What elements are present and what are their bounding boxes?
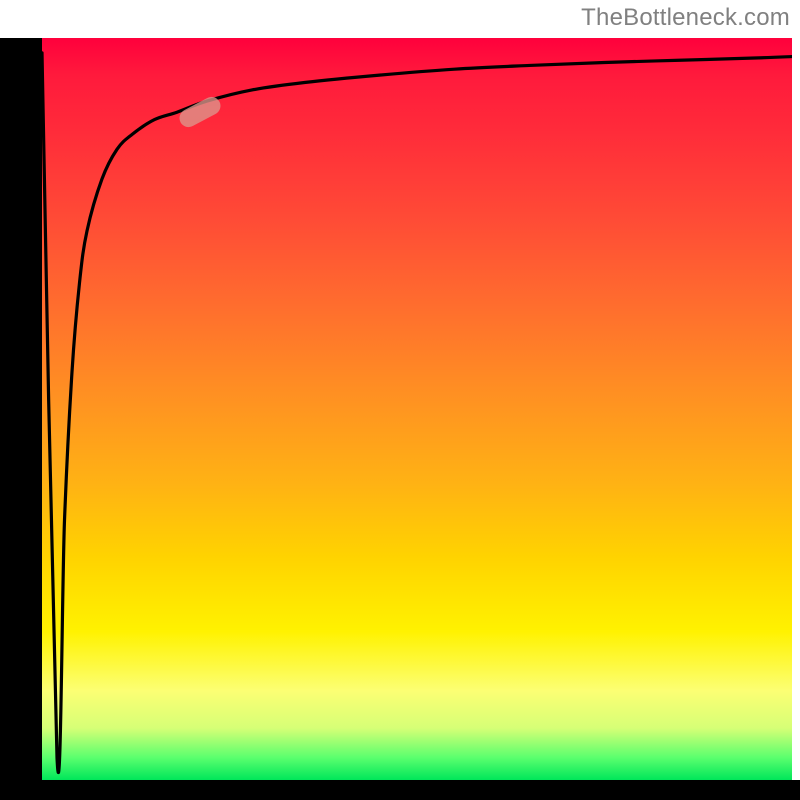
watermark-text: TheBottleneck.com [581, 4, 790, 32]
plot-wrap [0, 0, 800, 800]
bottleneck-curve-path [42, 53, 792, 773]
y-axis-bar [0, 38, 42, 780]
chart-stage: TheBottleneck.com [0, 0, 800, 800]
plot-area [42, 38, 792, 780]
curve-layer [42, 38, 792, 780]
x-axis-bar [0, 780, 800, 800]
